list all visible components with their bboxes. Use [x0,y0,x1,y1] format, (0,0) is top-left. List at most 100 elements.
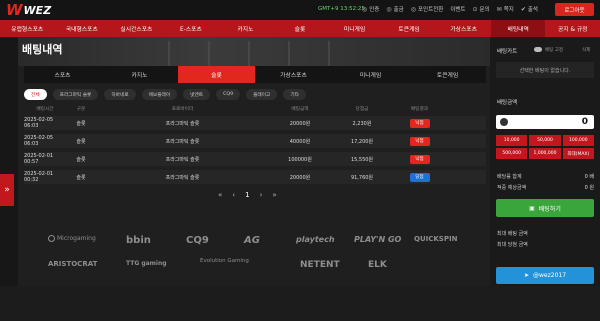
nav-minigame[interactable]: 미니게임 [327,20,382,37]
nav-live-sports[interactable]: 실시간스포츠 [109,20,164,37]
cart-empty-message: 선택한 배팅이 없습니다. [496,62,594,78]
filter-chip-all[interactable]: 전체 [24,89,47,100]
provider-filter: 전체 프라그마틱 슬롯 하바네로 에보플레이 넷엔트 CQ9 플레이고 기타 [24,89,306,100]
nav-european-sports[interactable]: 유럽형스포츠 [0,20,55,37]
table-row: 2025-02-05 06:03 슬롯 프라그마틱 슬롯 40000원 17,2… [24,134,486,148]
quick-amount-100000[interactable]: 100,000 [562,135,594,146]
max-win-label: 최대 당첨 금액 [497,242,528,248]
fixed-bet-toggle[interactable] [534,47,542,52]
quick-amount-50000[interactable]: 50,000 [529,135,561,146]
cell-time: 2025-02-05 06:03 [24,135,54,147]
cell-provider: 프라그마틱 슬롯 [165,138,200,145]
tab-virtual-sports[interactable]: 가상스포츠 [255,66,332,83]
tab-slot[interactable]: 슬롯 [178,66,255,83]
cell-win: 17,200원 [350,138,374,145]
table-header: 배팅시간 구분 프로바이더 배팅금액 당첨금 배팅결과 [24,104,486,114]
cell-provider: 프라그마틱 슬롯 [165,174,200,181]
logout-button[interactable]: 로그아웃 [555,3,594,16]
filter-chip-evoplay[interactable]: 에보플레이 [141,89,178,100]
ticket-icon: ▣ [529,204,535,212]
cart-title: 배팅카트 [497,49,518,55]
cell-win: 2,230원 [352,120,372,127]
reset-icon[interactable] [500,118,508,126]
cart-delete-button[interactable]: 삭제 [582,47,590,53]
tab-token-game[interactable]: 토큰게임 [409,66,486,83]
filter-chip-habanero[interactable]: 하바네로 [104,89,136,100]
cell-provider: 프라그마틱 슬롯 [165,156,200,163]
nav-notice[interactable]: 공지 & 규정 [545,20,600,37]
telegram-icon: ➤ [523,272,529,279]
quick-amount-500000[interactable]: 500,000 [496,148,528,159]
page-banner: 배팅내역 [18,37,490,66]
cell-type: 슬롯 [76,120,86,127]
table-row: 2025-02-01 00:32 슬롯 프라그마틱 슬롯 20000원 91,7… [24,170,486,184]
quick-amount-max[interactable]: 최대(MAX) [562,148,594,159]
provider-logos: Microgaming bbin CQ9 AG playtech PLAY'N … [48,233,478,321]
result-badge[interactable]: 낙첨 [409,118,430,128]
filter-chip-pragmatic[interactable]: 프라그마틱 슬롯 [52,89,99,100]
sidebar-toggle-button[interactable]: » [0,174,14,206]
cell-result: 낙첨 [393,116,446,130]
cell-action [446,116,486,130]
page-last-button[interactable]: » [272,191,276,199]
bet-amount-input[interactable]: 0 [496,115,594,129]
page-next-button[interactable]: › [260,191,263,199]
result-badge[interactable]: 낙첨 [409,154,430,164]
result-badge[interactable]: 당첨 [409,172,430,182]
odds-total-value: 0 배 [584,174,594,180]
column-header-result: 배팅결과 [410,107,429,112]
page-prev-button[interactable]: ‹ [232,191,235,199]
logo-netent: NETENT [300,260,340,270]
expected-win-label: 적중 예상금액 [497,185,527,191]
filter-chip-other[interactable]: 기타 [283,89,306,100]
logo-cq9: CQ9 [186,235,209,246]
filter-chip-netent[interactable]: 넷엔트 [183,89,211,100]
clock: GMT+9 13:52:25 [318,6,365,12]
logo-bbin: bbin [126,235,151,246]
tab-minigame[interactable]: 미니게임 [332,66,409,83]
table-row: 2025-02-01 00:57 슬롯 프라그마틱 슬롯 100000원 15,… [24,152,486,166]
top-link-message[interactable]: ✉ 쪽지 [497,5,514,14]
top-link-verify[interactable]: ◎ 인증 [362,5,379,14]
cell-type: 슬롯 [76,174,86,181]
nav-esports[interactable]: E-스포츠 [164,20,219,37]
tab-sports[interactable]: 스포츠 [24,66,101,83]
logo[interactable]: W WEZ [6,1,51,19]
filter-chip-cq9[interactable]: CQ9 [216,89,241,100]
banner-stripe [328,41,330,66]
table-row: 2025-02-05 06:03 슬롯 프라그마틱 슬롯 20000원 2,23… [24,116,486,130]
tab-casino[interactable]: 카지노 [101,66,178,83]
cell-action [446,170,486,184]
nav-casino[interactable]: 카지노 [218,20,273,37]
nav-virtual-sports[interactable]: 가상스포츠 [436,20,491,37]
cell-action [446,152,486,166]
nav-slot[interactable]: 슬롯 [273,20,328,37]
top-link-event[interactable]: 이벤트 [450,5,465,13]
banner-stripe [288,41,290,66]
place-bet-button[interactable]: ▣ 배팅하기 [496,199,594,217]
top-link-withdraw[interactable]: ◎ 출금 [386,5,403,14]
shield-icon: ◎ [362,5,368,13]
column-header-provider: 프로바이더 [171,107,194,112]
quick-amount-10000[interactable]: 10,000 [496,135,528,146]
nav-token-game[interactable]: 토큰게임 [382,20,437,37]
cell-amount: 20000원 [289,174,311,181]
cell-amount: 100000원 [288,156,312,163]
check-icon: ✔ [520,5,526,13]
top-link-point[interactable]: ◎ 포인트전환 [411,5,444,14]
cell-win: 91,760원 [350,174,374,181]
telegram-button[interactable]: ➤ @wez2017 [496,267,594,284]
column-header-amount: 배팅금액 [291,107,309,112]
top-bar: W WEZ GMT+9 13:52:25 ◎ 인증 ◎ 출금 ◎ 포인트전환 이벤트 … [0,0,600,20]
page-number[interactable]: 1 [245,191,249,199]
filter-chip-playgo[interactable]: 플레이고 [246,89,278,100]
page-first-button[interactable]: « [218,191,222,199]
quick-amount-1000000[interactable]: 1,000,000 [529,148,561,159]
top-link-inquiry[interactable]: ⊙ 문의 [473,5,490,14]
result-badge[interactable]: 낙첨 [409,136,430,146]
top-link-attendance[interactable]: ✔ 출석 [520,5,538,14]
nav-domestic-sports[interactable]: 국내형스포츠 [55,20,110,37]
column-header-win: 당첨금 [355,107,369,112]
nav-bet-history[interactable]: 배팅내역 [490,20,546,37]
banner-stripe [248,41,250,66]
